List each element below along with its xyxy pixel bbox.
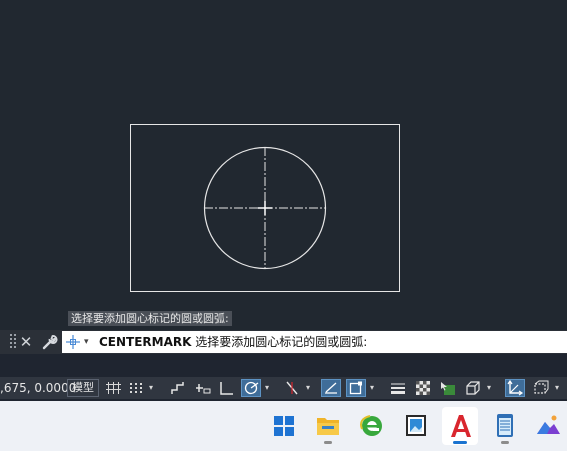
taskbar-photos[interactable] — [530, 407, 566, 445]
folder-icon — [317, 418, 339, 435]
photos-mountain-icon — [537, 415, 560, 434]
snap-dropdown-icon[interactable]: ▾ — [147, 379, 155, 397]
close-icon[interactable]: ✕ — [19, 332, 33, 352]
command-input[interactable]: ▾ CENTERMARK 选择要添加圆心标记的圆或圆弧: — [62, 331, 567, 353]
drawing-canvas[interactable] — [0, 0, 567, 330]
taskbar-notepad[interactable] — [487, 407, 523, 445]
coordinate-readout[interactable]: ,675, 0.0000 — [0, 377, 76, 399]
filter-dropdown-icon[interactable]: ▾ — [553, 379, 561, 397]
model-space-button[interactable]: 模型 — [67, 379, 99, 397]
infer-constraints-icon[interactable] — [168, 379, 188, 397]
selection-cycling-icon[interactable] — [438, 379, 458, 397]
grip-handle-icon[interactable] — [10, 334, 16, 350]
windows-logo-icon — [274, 416, 294, 436]
ortho-icon[interactable] — [216, 379, 236, 397]
drawing-svg[interactable] — [0, 0, 567, 330]
windows-taskbar — [0, 401, 567, 451]
command-name: CENTERMARK — [99, 335, 192, 349]
running-indicator — [324, 441, 332, 444]
picture-frame-icon — [406, 415, 426, 436]
taskbar-start[interactable] — [266, 407, 302, 445]
e-browser-icon — [360, 415, 382, 436]
active-indicator — [453, 441, 467, 444]
chevron-down-icon[interactable]: ▾ — [84, 335, 94, 349]
object-snap-dropdown-icon[interactable]: ▾ — [368, 379, 376, 397]
grid-icon[interactable] — [103, 379, 123, 397]
taskbar-image-viewer[interactable] — [398, 407, 434, 445]
selection-filter-icon[interactable] — [530, 379, 550, 397]
3d-snap-dropdown-icon[interactable]: ▾ — [485, 379, 493, 397]
isodraft-icon[interactable] — [282, 379, 302, 397]
taskbar-autocad[interactable] — [442, 407, 478, 445]
object-snap-tracking-icon[interactable] — [321, 379, 341, 397]
taskbar-browser[interactable] — [354, 407, 390, 445]
dynamic-ucs-icon[interactable] — [505, 379, 525, 397]
running-indicator — [501, 441, 509, 444]
autocad-a-icon — [451, 415, 471, 437]
polar-tracking-icon[interactable] — [241, 379, 261, 397]
transparency-icon[interactable] — [413, 379, 433, 397]
notepad-icon — [497, 414, 513, 437]
wrench-icon[interactable] — [40, 333, 58, 351]
dynamic-input-icon[interactable] — [192, 379, 212, 397]
isodraft-dropdown-icon[interactable]: ▾ — [304, 379, 312, 397]
prompt-tooltip: 选择要添加圆心标记的圆或圆弧: — [68, 311, 232, 326]
object-snap-icon[interactable] — [346, 379, 366, 397]
command-text: CENTERMARK 选择要添加圆心标记的圆或圆弧: — [99, 331, 367, 353]
lineweight-icon[interactable] — [388, 379, 408, 397]
status-bar: ,675, 0.0000 模型 ▾ ▾ ▾ ▾ ▾ ▾ — [0, 377, 567, 399]
command-prompt: 选择要添加圆心标记的圆或圆弧: — [195, 335, 368, 349]
snap-dots-icon[interactable] — [126, 379, 146, 397]
crosshair-prompt-icon — [65, 334, 81, 350]
command-line-bar: ✕ ▾ CENTERMARK 选择要添加圆心标记的圆或圆弧: — [0, 330, 567, 354]
taskbar-file-explorer[interactable] — [310, 407, 346, 445]
polar-dropdown-icon[interactable]: ▾ — [263, 379, 271, 397]
3d-object-snap-icon[interactable] — [463, 379, 483, 397]
